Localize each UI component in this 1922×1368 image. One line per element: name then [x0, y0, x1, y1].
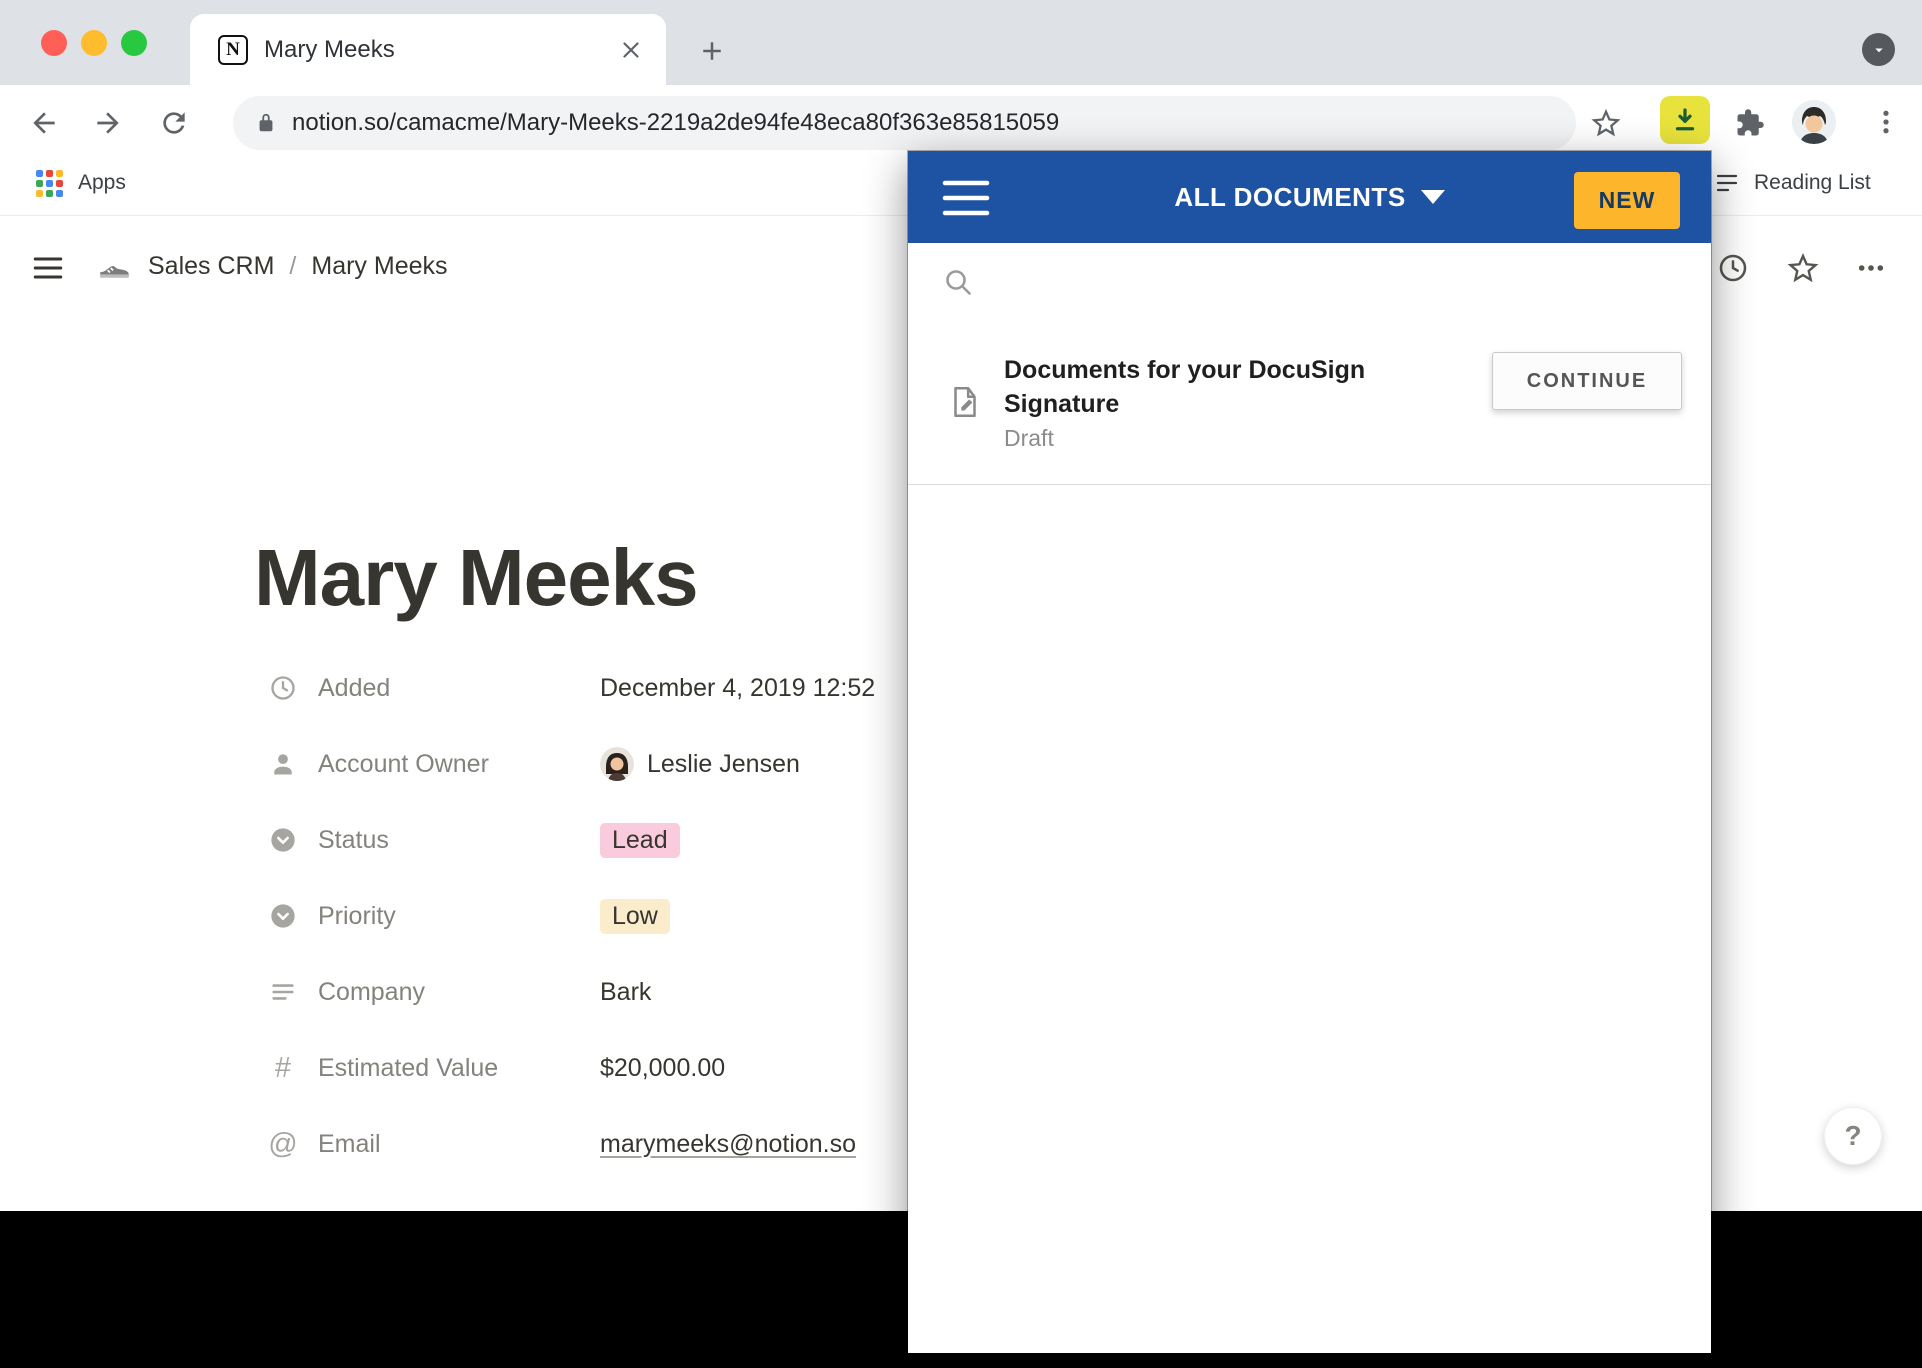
- clock-icon: [266, 671, 300, 705]
- lock-icon[interactable]: [255, 112, 277, 134]
- url-text[interactable]: notion.so/camacme/Mary-Meeks-2219a2de94f…: [292, 109, 1059, 137]
- property-label[interactable]: Status: [318, 826, 600, 855]
- select-dropdown-icon: [266, 899, 300, 933]
- property-row-company: Company Bark: [266, 954, 875, 1030]
- document-title[interactable]: Documents for your DocuSign Signature: [1004, 353, 1444, 421]
- new-tab-button[interactable]: [694, 33, 730, 69]
- property-value-added[interactable]: December 4, 2019 12:52: [600, 674, 875, 703]
- person-icon: [266, 747, 300, 781]
- reload-button[interactable]: [158, 107, 190, 139]
- leslie-avatar: [600, 747, 634, 781]
- tab-search-button[interactable]: [1862, 33, 1895, 66]
- close-window-button[interactable]: [41, 30, 67, 56]
- text-lines-icon: [266, 975, 300, 1009]
- extensions-puzzle-icon[interactable]: [1734, 107, 1766, 139]
- property-value-estimated[interactable]: $20,000.00: [600, 1054, 725, 1083]
- document-status: Draft: [1004, 425, 1054, 452]
- property-row-added: Added December 4, 2019 12:52: [266, 650, 875, 726]
- search-input[interactable]: [992, 268, 1677, 296]
- reading-list-button[interactable]: Reading List: [1714, 168, 1871, 198]
- screen: N Mary Meeks: [0, 0, 1922, 1368]
- zoom-window-button[interactable]: [121, 30, 147, 56]
- property-value-company[interactable]: Bark: [600, 978, 651, 1007]
- property-label[interactable]: Priority: [318, 902, 600, 931]
- apps-grid-icon: [36, 170, 63, 197]
- document-list-item[interactable]: Documents for your DocuSign Signature Dr…: [908, 337, 1711, 485]
- browser-menu-icon[interactable]: [1870, 106, 1902, 138]
- email-at-icon: @: [266, 1127, 300, 1161]
- bookmark-star-icon[interactable]: [1590, 107, 1622, 139]
- back-button[interactable]: [28, 107, 60, 139]
- browser-tab[interactable]: N Mary Meeks: [190, 14, 666, 85]
- chevron-down-icon: [1421, 190, 1445, 204]
- property-row-email: @ Email marymeeks@notion.so: [266, 1106, 875, 1182]
- reading-list-label: Reading List: [1754, 171, 1871, 195]
- property-value-status[interactable]: Lead: [600, 823, 680, 858]
- property-list: Added December 4, 2019 12:52 Account Own…: [266, 650, 875, 1182]
- status-tag[interactable]: Lead: [600, 823, 680, 858]
- all-documents-label: ALL DOCUMENTS: [1174, 182, 1405, 213]
- notion-sidebar-menu-icon[interactable]: [30, 250, 66, 286]
- select-dropdown-icon: [266, 823, 300, 857]
- page-emoji-sneaker-icon[interactable]: [96, 248, 134, 286]
- property-label[interactable]: Account Owner: [318, 750, 600, 779]
- profile-avatar[interactable]: [1792, 100, 1836, 144]
- property-row-priority: Priority Low: [266, 878, 875, 954]
- tab-close-icon[interactable]: [616, 35, 646, 65]
- number-hash-icon: #: [266, 1051, 300, 1085]
- page-history-clock-icon[interactable]: [1716, 251, 1750, 285]
- property-label[interactable]: Estimated Value: [318, 1054, 600, 1083]
- property-value-account-owner[interactable]: Leslie Jensen: [600, 747, 800, 781]
- property-row-estimated-value: # Estimated Value $20,000.00: [266, 1030, 875, 1106]
- docusign-header: ALL DOCUMENTS NEW: [908, 151, 1711, 243]
- property-row-status: Status Lead: [266, 802, 875, 878]
- notion-favicon-icon: N: [218, 35, 248, 65]
- download-icon[interactable]: [1660, 96, 1710, 144]
- priority-tag[interactable]: Low: [600, 899, 670, 934]
- continue-button[interactable]: CONTINUE: [1492, 352, 1682, 410]
- property-label[interactable]: Added: [318, 674, 600, 703]
- property-label[interactable]: Email: [318, 1130, 600, 1159]
- page-title[interactable]: Mary Meeks: [254, 532, 698, 624]
- address-bar[interactable]: notion.so/camacme/Mary-Meeks-2219a2de94f…: [233, 96, 1576, 150]
- property-label[interactable]: Company: [318, 978, 600, 1007]
- page-more-options-icon[interactable]: [1854, 251, 1888, 285]
- property-value-email[interactable]: marymeeks@notion.so: [600, 1130, 856, 1159]
- new-document-button[interactable]: NEW: [1574, 172, 1680, 229]
- docusign-search-bar: [908, 243, 1711, 321]
- minimize-window-button[interactable]: [81, 30, 107, 56]
- breadcrumb-separator: /: [289, 252, 296, 281]
- breadcrumb-root[interactable]: Sales CRM: [148, 252, 274, 281]
- property-value-priority[interactable]: Low: [600, 899, 670, 934]
- docusign-panel: ALL DOCUMENTS NEW Documents for your Doc…: [908, 151, 1711, 1353]
- breadcrumb: Sales CRM / Mary Meeks: [148, 252, 448, 281]
- reading-list-icon: [1714, 170, 1740, 196]
- breadcrumb-current[interactable]: Mary Meeks: [311, 252, 447, 281]
- apps-label: Apps: [78, 171, 126, 195]
- favorite-star-icon[interactable]: [1786, 251, 1820, 285]
- account-owner-name: Leslie Jensen: [647, 750, 800, 779]
- document-edit-icon: [946, 383, 984, 421]
- forward-button[interactable]: [92, 107, 124, 139]
- property-row-account-owner: Account Owner Leslie Jensen: [266, 726, 875, 802]
- tab-title: Mary Meeks: [264, 36, 395, 64]
- search-icon: [942, 266, 974, 298]
- tab-strip: N Mary Meeks: [0, 0, 1922, 85]
- apps-shortcut[interactable]: Apps: [36, 168, 126, 198]
- help-button[interactable]: ?: [1824, 1107, 1882, 1165]
